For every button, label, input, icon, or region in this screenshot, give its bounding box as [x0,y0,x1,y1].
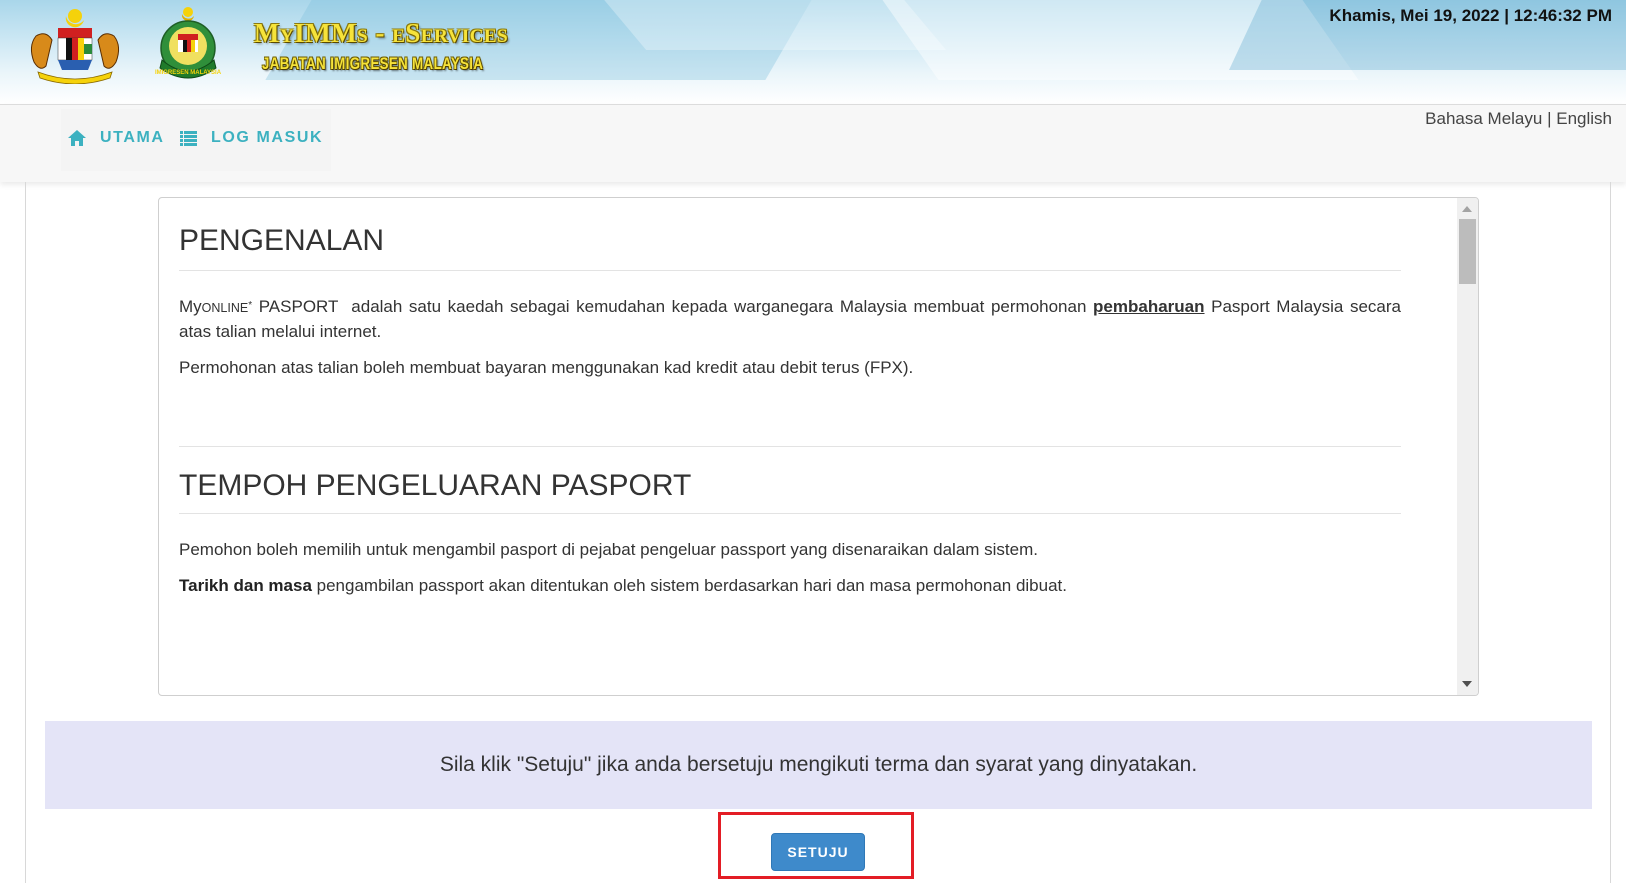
nav-item-log-masuk[interactable]: LOG MASUK [180,129,323,147]
language-english-link[interactable]: English [1556,109,1612,128]
brand-star: * [248,300,253,311]
terms-panel[interactable]: PENGENALAN Myonline* PASPORT adalah satu… [158,197,1479,696]
language-malay-link[interactable]: Bahasa Melayu [1425,109,1542,128]
schedule-text: pengambilan passport akan ditentukan ole… [311,576,1067,595]
divider [179,513,1401,514]
agreement-notice: Sila klik "Setuju" jika anda bersetuju m… [45,721,1592,809]
nav-item-utama[interactable]: UTAMA [68,129,165,147]
scroll-down-arrow-icon[interactable] [1462,681,1472,687]
imigresen-emblem-logo: IMIGRESEN MALAYSIA [155,7,222,79]
divider [179,270,1401,271]
nav-item-label: LOG MASUK [211,129,324,146]
brand-suffix: PASPORT [252,297,339,316]
section-title-pengenalan: PENGENALAN [179,224,385,257]
brand-prefix: My [179,297,202,316]
brand-subtitle: JABATAN IMIGRESEN MALAYSIA [262,54,484,73]
home-icon [68,130,86,146]
navigation-bar: UTAMA LOG MASUK Bahasa Melayu | English [0,104,1626,182]
language-switcher: Bahasa Melayu | English [1425,109,1612,129]
payment-paragraph: Permohonan atas talian boleh membuat bay… [179,358,914,377]
header-banner: IMIGRESEN MALAYSIA MyIMMs - eServices JA… [0,0,1626,104]
malaysia-coat-of-arms-logo [30,9,120,84]
scroll-thumb[interactable] [1459,219,1476,284]
language-separator: | [1547,109,1552,128]
terms-content: PENGENALAN Myonline* PASPORT adalah satu… [179,198,1401,598]
brand-title: MyIMMs - eServices [254,18,509,48]
collection-paragraph: Pemohon boleh memilih untuk mengambil pa… [179,540,1038,559]
section-title-tempoh: TEMPOH PENGELUARAN PASPORT [179,469,692,502]
brand-online: online [201,301,249,315]
svg-text:IMIGRESEN MALAYSIA: IMIGRESEN MALAYSIA [155,70,222,76]
intro-text: adalah satu kaedah sebagai kemudahan kep… [338,297,1094,316]
list-icon [180,130,197,146]
schedule-bold: Tarikh dan masa [179,576,312,595]
current-datetime: Khamis, Mei 19, 2022 | 12:46:32 PM [1329,6,1612,25]
pembaharuan-link[interactable]: pembaharuan [1093,297,1204,316]
agree-button[interactable]: SETUJU [771,833,865,871]
terms-scrollbar[interactable] [1457,198,1478,695]
divider [179,446,1401,447]
nav-item-label: UTAMA [100,129,165,146]
scroll-up-arrow-icon[interactable] [1462,206,1472,212]
schedule-paragraph: Tarikh dan masa pengambilan passport aka… [179,574,1401,598]
intro-paragraph: Myonline* PASPORT adalah satu kaedah seb… [179,295,1401,344]
